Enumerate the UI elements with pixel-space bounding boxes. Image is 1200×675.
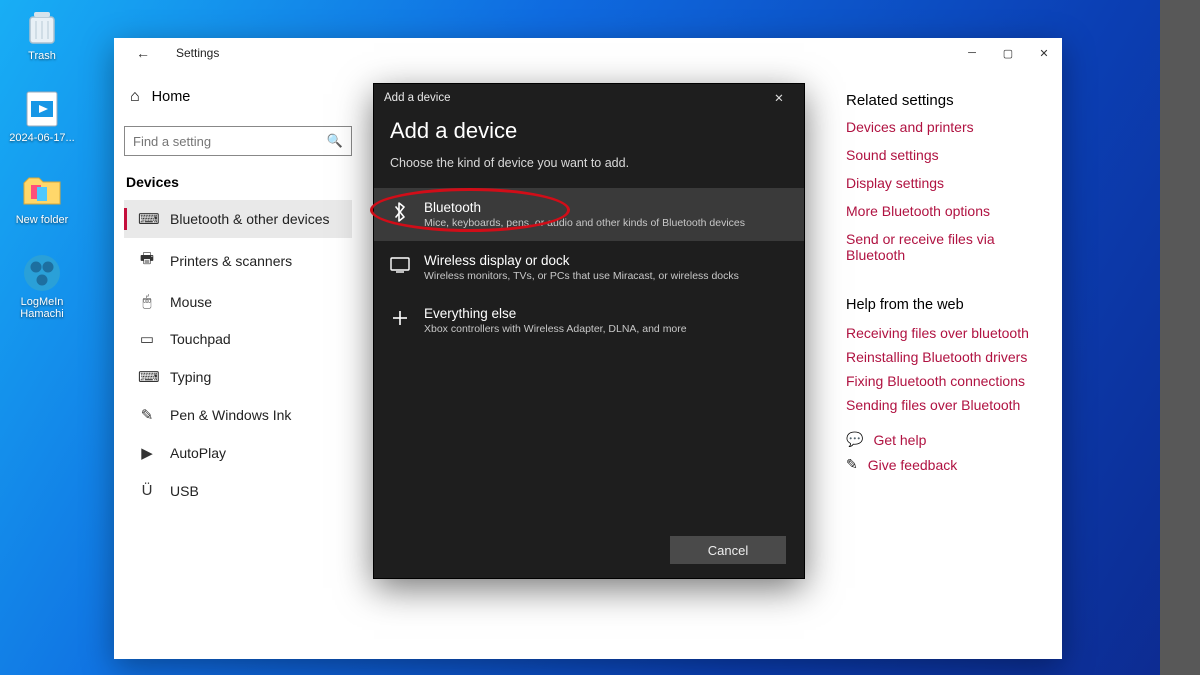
sidebar-item-touchpad[interactable]: ▭ Touchpad — [124, 320, 352, 358]
desktop-icon-label: New folder — [16, 214, 69, 226]
sidebar-item-bluetooth[interactable]: ⌨ Bluetooth & other devices — [124, 200, 352, 238]
window-controls: ─ ▢ ✕ — [954, 39, 1062, 67]
dialog-titlebar: Add a device ✕ — [374, 84, 804, 112]
bluetooth-icon — [390, 202, 410, 222]
autoplay-icon: ▶ — [138, 444, 156, 462]
desktop-icon-label: Trash — [28, 50, 56, 62]
sidebar-item-label: Printers & scanners — [170, 253, 292, 269]
home-icon: ⌂ — [130, 88, 140, 106]
sidebar-item-label: Pen & Windows Ink — [170, 407, 291, 423]
device-type-options: Bluetooth Mice, keyboards, pens, or audi… — [374, 188, 804, 347]
link-devices-and-printers[interactable]: Devices and printers — [846, 119, 1038, 135]
option-title: Bluetooth — [424, 200, 745, 215]
sidebar-list: ⌨ Bluetooth & other devices 🖶 Printers &… — [124, 200, 352, 509]
get-help-link[interactable]: Get help — [873, 432, 926, 448]
dialog-close-button[interactable]: ✕ — [764, 86, 794, 110]
search-input[interactable] — [133, 134, 327, 149]
link-fixing-bluetooth-connections[interactable]: Fixing Bluetooth connections — [846, 373, 1038, 389]
sidebar-item-autoplay[interactable]: ▶ AutoPlay — [124, 434, 352, 472]
sidebar-item-label: Typing — [170, 369, 211, 385]
sidebar-item-usb[interactable]: Ü USB — [124, 472, 352, 509]
window-title: Settings — [176, 46, 219, 60]
dialog-subheading: Choose the kind of device you want to ad… — [390, 156, 788, 170]
sidebar-item-label: USB — [170, 483, 199, 499]
get-help-icon: 💬 — [846, 431, 863, 448]
link-send-receive-bluetooth[interactable]: Send or receive files via Bluetooth — [846, 231, 1038, 263]
screenshot-gray-margin-right — [1160, 0, 1200, 675]
link-display-settings[interactable]: Display settings — [846, 175, 1038, 191]
minimize-button[interactable]: ─ — [954, 39, 990, 67]
give-feedback-row[interactable]: ✎ Give feedback — [846, 456, 1038, 473]
option-desc: Wireless monitors, TVs, or PCs that use … — [424, 270, 739, 282]
help-links: Receiving files over bluetooth Reinstall… — [846, 325, 1038, 413]
sidebar-item-printers[interactable]: 🖶 Printers & scanners — [124, 238, 352, 283]
related-settings-heading: Related settings — [846, 92, 1038, 109]
link-sending-files-bluetooth[interactable]: Sending files over Bluetooth — [846, 397, 1038, 413]
touchpad-icon: ▭ — [138, 330, 156, 348]
link-reinstalling-bluetooth-drivers[interactable]: Reinstalling Bluetooth drivers — [846, 349, 1038, 365]
bluetooth-icon: ⌨ — [138, 210, 156, 228]
desktop-background: Trash 2024-06-17... New folder LogMeIn H… — [0, 0, 1200, 675]
give-feedback-link[interactable]: Give feedback — [868, 457, 958, 473]
option-desc: Mice, keyboards, pens, or audio and othe… — [424, 217, 745, 229]
settings-sidebar: ⌂ Home 🔍 Devices ⌨ Bluetooth & other dev… — [114, 68, 362, 659]
get-help-row[interactable]: 💬 Get help — [846, 431, 1038, 448]
find-setting-search[interactable]: 🔍 — [124, 126, 352, 156]
sidebar-section-header: Devices — [126, 174, 352, 190]
mouse-icon: 🖱 — [138, 293, 156, 310]
dialog-heading: Add a device — [390, 118, 788, 144]
search-icon: 🔍 — [327, 133, 343, 149]
sidebar-home[interactable]: ⌂ Home — [124, 82, 352, 112]
option-everything-else[interactable]: Everything else Xbox controllers with Wi… — [374, 294, 804, 347]
option-wireless-display[interactable]: Wireless display or dock Wireless monito… — [374, 241, 804, 294]
sidebar-item-label: AutoPlay — [170, 445, 226, 461]
sidebar-item-typing[interactable]: ⌨ Typing — [124, 358, 352, 396]
sidebar-item-pen[interactable]: ✎ Pen & Windows Ink — [124, 396, 352, 434]
option-bluetooth[interactable]: Bluetooth Mice, keyboards, pens, or audi… — [374, 188, 804, 241]
desktop-icon-trash[interactable]: Trash — [6, 6, 78, 62]
back-button[interactable]: ← — [128, 41, 158, 65]
window-titlebar: ← Settings ─ ▢ ✕ — [114, 38, 1062, 68]
link-receiving-files-bluetooth[interactable]: Receiving files over bluetooth — [846, 325, 1038, 341]
maximize-button[interactable]: ▢ — [990, 39, 1026, 67]
option-desc: Xbox controllers with Wireless Adapter, … — [424, 323, 687, 335]
cancel-button[interactable]: Cancel — [670, 536, 786, 564]
sidebar-item-label: Bluetooth & other devices — [170, 211, 330, 227]
printer-icon: 🖶 — [138, 248, 156, 273]
folder-icon — [21, 170, 63, 212]
add-device-dialog: Add a device ✕ Add a device Choose the k… — [374, 84, 804, 578]
related-settings-links: Devices and printers Sound settings Disp… — [846, 119, 1038, 263]
close-button[interactable]: ✕ — [1026, 39, 1062, 67]
desktop-icon-hamachi[interactable]: LogMeIn Hamachi — [6, 252, 78, 320]
option-title: Wireless display or dock — [424, 253, 739, 268]
trash-icon — [21, 6, 63, 48]
option-title: Everything else — [424, 306, 687, 321]
dialog-titlebar-text: Add a device — [384, 92, 451, 104]
help-from-web-heading: Help from the web — [846, 297, 1038, 313]
desktop-icon-label: 2024-06-17... — [9, 132, 74, 144]
desktop-icon-label: LogMeIn Hamachi — [6, 296, 78, 320]
sidebar-item-label: Touchpad — [170, 331, 231, 347]
desktop-icon-video-file[interactable]: 2024-06-17... — [6, 88, 78, 144]
pen-icon: ✎ — [138, 406, 156, 424]
usb-icon: Ü — [138, 482, 156, 499]
plus-icon — [390, 308, 410, 328]
sidebar-item-label: Mouse — [170, 294, 212, 310]
desktop-icon-new-folder[interactable]: New folder — [6, 170, 78, 226]
hamachi-icon — [21, 252, 63, 294]
typing-icon: ⌨ — [138, 368, 156, 386]
link-more-bluetooth-options[interactable]: More Bluetooth options — [846, 203, 1038, 219]
desktop-icons-column: Trash 2024-06-17... New folder LogMeIn H… — [6, 6, 78, 320]
link-sound-settings[interactable]: Sound settings — [846, 147, 1038, 163]
sidebar-home-label: Home — [152, 89, 191, 105]
feedback-icon: ✎ — [846, 456, 858, 473]
video-file-icon — [21, 88, 63, 130]
sidebar-item-mouse[interactable]: 🖱 Mouse — [124, 283, 352, 320]
display-icon — [390, 255, 410, 275]
